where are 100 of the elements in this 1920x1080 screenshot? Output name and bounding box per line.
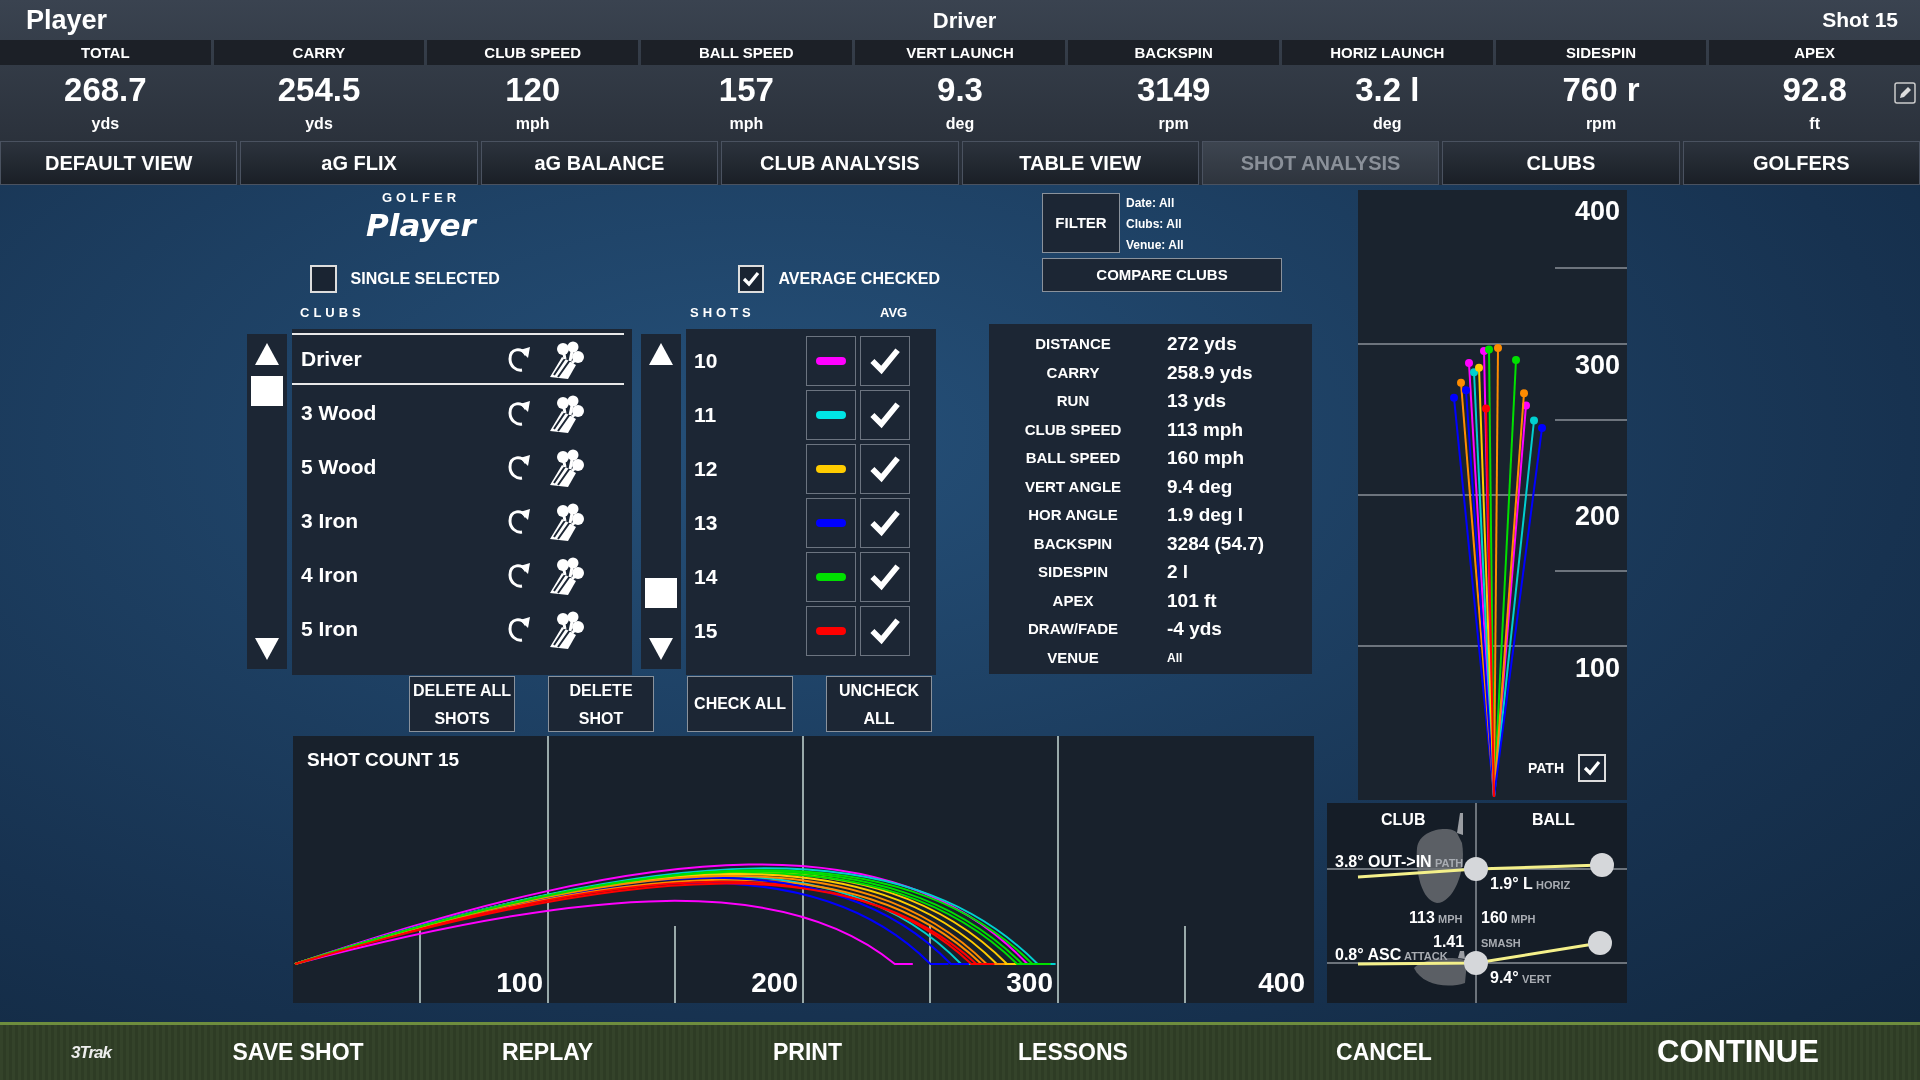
scroll-thumb[interactable] (251, 375, 283, 406)
summary-label: HOR ANGLE (1027, 505, 1119, 525)
club-row[interactable]: 3 Wood (292, 386, 624, 439)
summary-label: BALL SPEED (1024, 448, 1122, 468)
axis-label: 100 (496, 967, 543, 998)
stat-value: 3149 (1136, 70, 1211, 110)
scroll-up-icon[interactable] (254, 341, 280, 366)
stat-value: 120 (505, 70, 561, 110)
footer-button[interactable]: PRINT (773, 1035, 842, 1070)
avg-checkbox[interactable] (860, 443, 910, 494)
swatch-cell[interactable] (806, 605, 856, 656)
reading-value: 160 (1481, 908, 1508, 928)
compare-clubs-button[interactable]: COMPARE CLUBS (1042, 258, 1282, 292)
shot-number[interactable]: 14 (686, 560, 806, 593)
avg-checkbox[interactable] (860, 605, 910, 656)
club-row[interactable]: 3 Iron (292, 494, 624, 547)
avg-checkbox[interactable] (860, 389, 910, 440)
reading-value: 0.8° ASC (1335, 945, 1402, 965)
axis-label: 200 (1574, 501, 1620, 531)
footer-button[interactable]: REPLAY (501, 1035, 594, 1070)
avg-checkbox[interactable] (860, 335, 910, 386)
shot-number[interactable]: 11 (686, 398, 806, 431)
golfer-caption: GOLFER (380, 189, 462, 207)
club-row[interactable]: 5 Wood (292, 440, 624, 493)
scroll-bar[interactable] (247, 333, 287, 669)
stat-label: BALL SPEED (641, 40, 852, 65)
column-heading: BALL (1532, 810, 1575, 830)
action-button[interactable]: UNCHECK ALL (826, 675, 932, 732)
filter-button[interactable]: FILTER (1042, 193, 1120, 253)
shot-number[interactable]: 12 (686, 452, 806, 485)
axis-label: 300 (1006, 967, 1053, 998)
option-label: SINGLE SELECTED (350, 268, 500, 289)
reading-unit: HORIZ (1536, 878, 1571, 893)
summary-label: SIDESPIN (1037, 562, 1109, 582)
summary-label: CARRY (1045, 362, 1101, 383)
axis-label: 400 (1574, 196, 1620, 226)
avg-heading: AVG (880, 304, 908, 322)
tab[interactable]: aG BALANCE (480, 141, 719, 185)
reading-unit: VERT (1522, 972, 1552, 987)
tab[interactable]: aG FLIX (240, 141, 478, 185)
shot-number[interactable]: 13 (686, 506, 806, 539)
swatch-cell[interactable] (806, 335, 856, 386)
checkmark-icon (1582, 758, 1603, 778)
summary-value: 160 mph (1167, 446, 1245, 470)
stat-unit: ft (1809, 115, 1820, 133)
stat-label: APEX (1709, 40, 1920, 65)
avg-checkbox[interactable] (860, 497, 910, 548)
stat-unit: deg (1373, 115, 1402, 133)
golfer-name: Player (365, 207, 479, 242)
scroll-bar[interactable] (641, 333, 681, 669)
tab[interactable]: TABLE VIEW (961, 141, 1199, 185)
tab[interactable]: CLUB ANALYSIS (721, 141, 959, 185)
edit-icon[interactable] (1894, 82, 1916, 104)
footer-button[interactable]: SAVE SHOT (232, 1035, 364, 1070)
footer-button[interactable]: CONTINUE (1657, 1029, 1819, 1076)
footer-button[interactable]: CANCEL (1336, 1035, 1432, 1070)
reading-unit: MPH (1438, 912, 1463, 927)
axis-label: 300 (1574, 350, 1620, 380)
club-row[interactable]: 5 Iron (292, 602, 624, 655)
footer-button[interactable]: LESSONS (1018, 1035, 1128, 1070)
checkbox[interactable] (737, 264, 765, 293)
scroll-up-icon[interactable] (648, 341, 674, 366)
avg-checkbox[interactable] (860, 551, 910, 602)
summary-value: 101 ft (1167, 588, 1217, 613)
action-button[interactable]: CHECK ALL (687, 675, 793, 732)
shot-number: Shot 15 (1822, 7, 1898, 34)
clubs-heading: CLUBS (300, 304, 366, 322)
swatch-cell[interactable] (806, 389, 856, 440)
club-row[interactable]: 4 Iron (292, 548, 624, 601)
action-button[interactable]: DELETE SHOT (548, 675, 654, 732)
stat-unit: deg (945, 115, 975, 133)
tab[interactable]: DEFAULT VIEW (0, 141, 238, 185)
checkbox[interactable] (1578, 754, 1607, 782)
club-name: Driver (932, 6, 997, 35)
summary-value: 1.9 deg l (1167, 503, 1244, 527)
summary-label: DRAW/FADE (1027, 619, 1119, 639)
scroll-down-icon[interactable] (254, 636, 280, 661)
summary-value: -4 yds (1167, 617, 1222, 641)
shot-number[interactable]: 15 (686, 614, 806, 647)
shots-heading: SHOTS (690, 304, 756, 322)
reading-unit: ATTACK (1404, 949, 1448, 964)
shot-number[interactable]: 10 (686, 344, 806, 377)
summary-value: 9.4 deg (1167, 474, 1233, 499)
swatch-cell[interactable] (806, 497, 856, 548)
tab[interactable]: GOLFERS (1682, 141, 1920, 185)
column-heading: CLUB (1381, 810, 1426, 830)
scroll-down-icon[interactable] (648, 636, 674, 661)
axis-label: 100 (1574, 653, 1620, 683)
summary-value: 3284 (54.7) (1167, 531, 1265, 556)
swatch-cell[interactable] (806, 443, 856, 494)
tab[interactable]: CLUBS (1442, 141, 1680, 185)
stat-label: SIDESPIN (1495, 40, 1707, 65)
action-button[interactable]: DELETE ALL SHOTS (409, 675, 515, 732)
club-row[interactable]: Driver (292, 332, 624, 385)
summary-label: VENUE (1046, 647, 1100, 668)
stat-label: CARRY (213, 40, 425, 65)
scroll-thumb[interactable] (645, 577, 677, 608)
swatch-cell[interactable] (806, 551, 856, 602)
path-label: PATH (1528, 758, 1565, 778)
checkbox[interactable] (310, 264, 337, 293)
